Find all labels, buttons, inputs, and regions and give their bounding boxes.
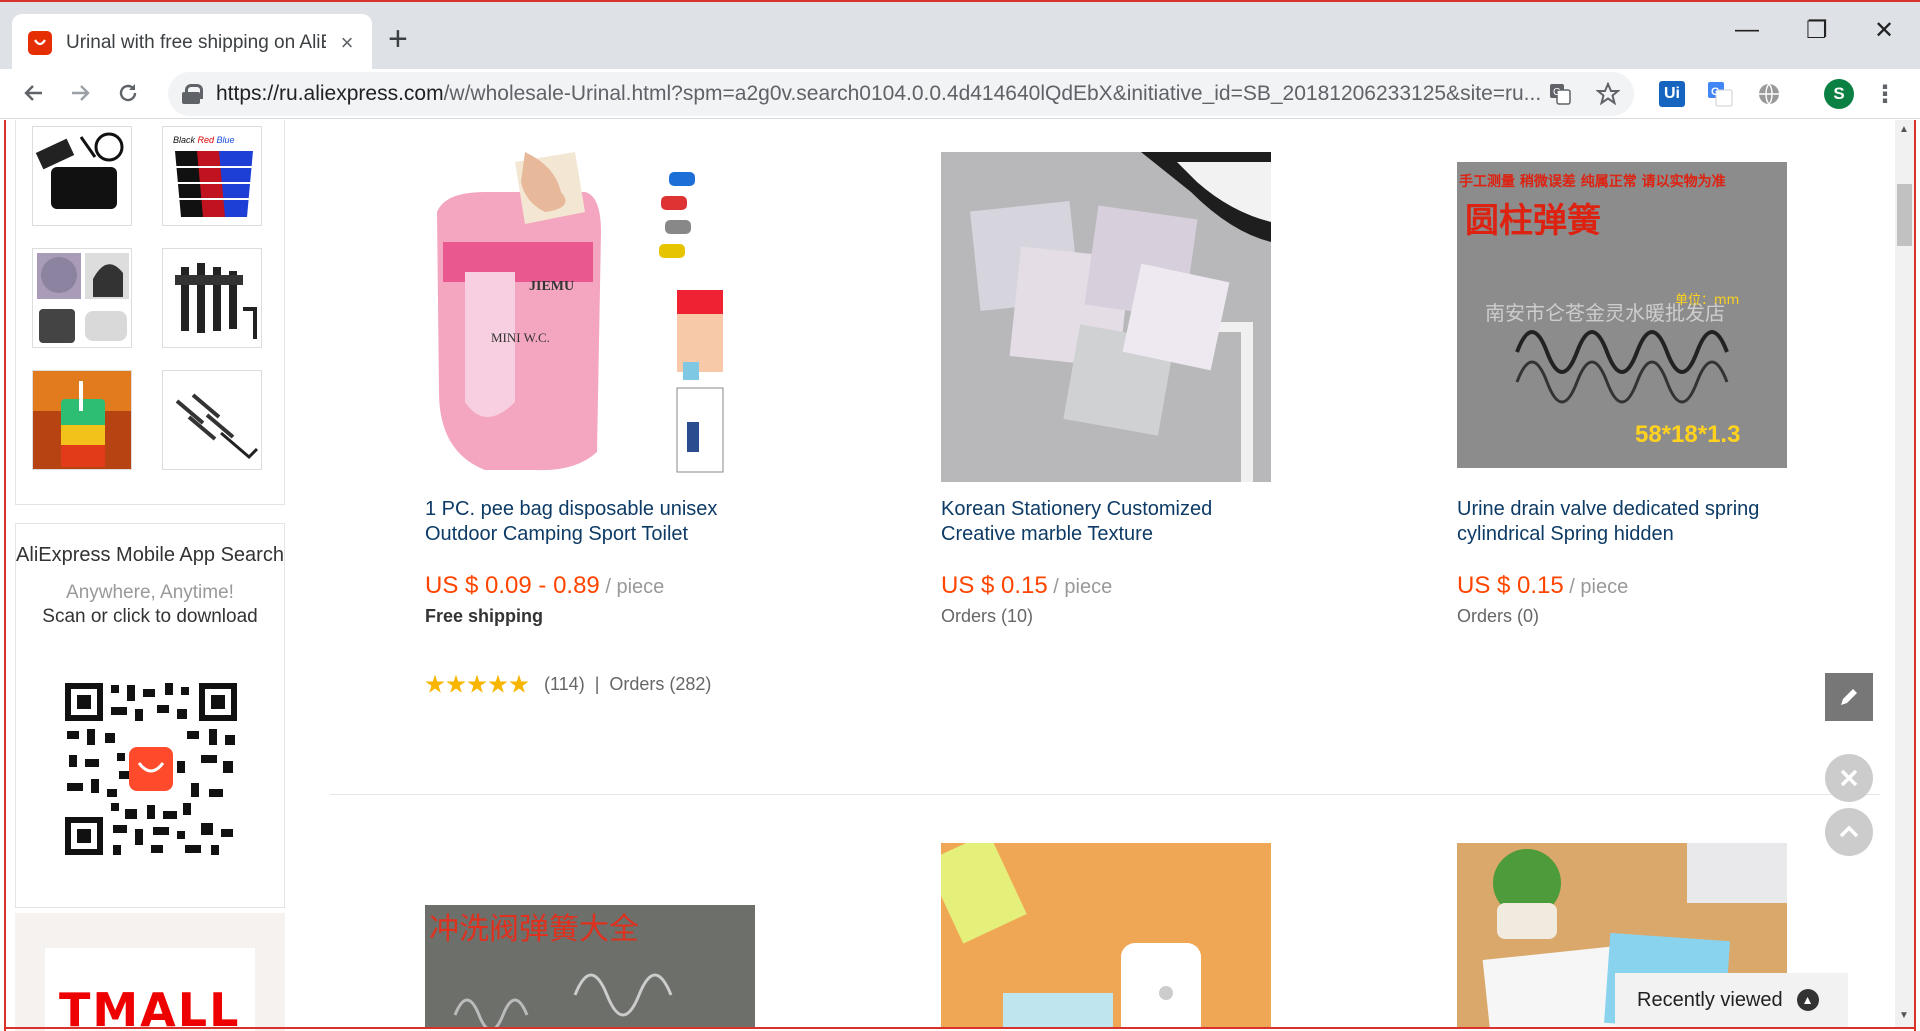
google-translate-extension-icon[interactable]: G xyxy=(1707,81,1733,107)
related-thumb-countersink[interactable] xyxy=(162,370,262,470)
image-caption-size: 58*18*1.3 xyxy=(1635,421,1740,448)
product-image[interactable]: JIEMU MINI W.C. xyxy=(425,152,755,482)
orders-count: Orders (282) xyxy=(609,674,712,694)
tab-title: Urinal with free shipping on AliExpress xyxy=(66,31,326,53)
scroll-up-arrow-icon[interactable]: ▲ xyxy=(1899,124,1909,135)
scrollbar-thumb[interactable] xyxy=(1897,184,1912,246)
product-card[interactable]: JIEMU MINI W.C. 1 PC. pee bag disposable… xyxy=(425,152,765,712)
related-thumb-cocktail[interactable] xyxy=(32,370,132,470)
highlight-frame-bottom xyxy=(4,1027,1916,1029)
product-title[interactable]: Korean Stationery Customized Creative ma… xyxy=(941,497,1281,547)
address-bar[interactable]: https://ru.aliexpress.com/w/wholesale-Ur… xyxy=(168,72,1634,116)
edit-pencil-icon[interactable] xyxy=(1825,673,1873,721)
product-title[interactable]: Urine drain valve dedicated spring cylin… xyxy=(1457,497,1797,547)
svg-text:MINI W.C.: MINI W.C. xyxy=(491,330,550,345)
svg-text:Black Red Blue: Black Red Blue xyxy=(173,135,235,145)
browser-tab-strip: Urinal with free shipping on AliExpress … xyxy=(0,0,1920,71)
aliexpress-favicon-icon xyxy=(28,30,52,55)
orders-count: Orders (10) xyxy=(941,606,1034,626)
page-viewport: Black Red Blue AliExpress Mobile App Sea… xyxy=(0,120,1920,1031)
product-card[interactable]: 手工测量 稍微误差 纯属正常 请以实物为准 圆柱弹簧 单位：mm 南安市仑苍金灵… xyxy=(1457,152,1797,652)
svg-text:G: G xyxy=(1553,87,1561,98)
rating-stars-icon xyxy=(425,674,530,695)
svg-text:JIEMU: JIEMU xyxy=(529,279,574,294)
svg-text:G: G xyxy=(1711,86,1720,98)
highlight-frame-left xyxy=(4,120,6,1031)
app-promo-download[interactable]: Scan or click to download xyxy=(16,606,284,628)
related-thumb-colors[interactable]: Black Red Blue xyxy=(162,126,262,226)
app-promo-title: AliExpress Mobile App Search xyxy=(16,544,284,566)
tmall-banner[interactable]: TMALL xyxy=(15,913,285,1031)
tab-close-icon[interactable]: × xyxy=(336,30,358,56)
rating-count: (114) xyxy=(544,674,585,694)
related-products-box: Black Red Blue xyxy=(15,120,285,505)
image-watermark: 南安市仑苍金灵水暖批发店 xyxy=(1485,301,1725,325)
chevron-up-icon: ▲ xyxy=(1796,989,1819,1011)
new-tab-button[interactable]: + xyxy=(388,22,408,56)
globe-extension-icon[interactable] xyxy=(1756,81,1782,107)
translate-icon[interactable]: G xyxy=(1548,82,1572,112)
image-caption-title: 圆柱弹簧 xyxy=(1465,201,1601,241)
window-close-button[interactable]: ✕ xyxy=(1874,16,1894,45)
back-arrow-icon[interactable] xyxy=(14,73,54,113)
reload-icon[interactable] xyxy=(108,73,148,113)
lock-icon xyxy=(182,84,203,104)
image-caption-title: 冲洗阀弹簧大全 xyxy=(429,912,639,947)
product-image[interactable]: 手工测量 稍微误差 纯属正常 请以实物为准 圆柱弹簧 单位：mm 南安市仑苍金灵… xyxy=(1457,152,1787,482)
product-card[interactable]: Korean Stationery Customized Creative ma… xyxy=(941,152,1281,652)
back-to-top-icon[interactable] xyxy=(1825,808,1873,856)
row-divider xyxy=(330,794,1880,795)
browser-toolbar: https://ru.aliexpress.com/w/wholesale-Ur… xyxy=(0,69,1920,119)
url-text: https://ru.aliexpress.com/w/wholesale-Ur… xyxy=(216,82,1542,105)
product-rating[interactable]: (114) | Orders (282) xyxy=(425,674,711,695)
profile-avatar[interactable]: S xyxy=(1824,79,1854,109)
browser-tab-active[interactable]: Urinal with free shipping on AliExpress … xyxy=(12,14,372,71)
product-price: US $ 0.15 / piece xyxy=(941,572,1113,599)
free-shipping-label: Free shipping xyxy=(425,606,544,626)
recently-viewed-label: Recently viewed xyxy=(1637,988,1783,1011)
product-image[interactable] xyxy=(941,843,1271,1027)
tmall-logo: TMALL xyxy=(59,983,241,1031)
product-image[interactable] xyxy=(941,152,1271,482)
scroll-down-arrow-icon[interactable]: ▼ xyxy=(1899,1010,1909,1021)
minimize-button[interactable]: — xyxy=(1735,16,1759,44)
more-menu-icon[interactable]: ⋮ xyxy=(1872,81,1898,108)
rating-separator: | xyxy=(594,674,600,694)
page-scrollbar[interactable]: ▲ ▼ xyxy=(1895,120,1914,1027)
image-caption-top: 手工测量 稍微误差 纯属正常 请以实物为准 xyxy=(1459,173,1726,190)
product-price: US $ 0.09 - 0.89 / piece xyxy=(425,572,665,599)
close-circle-icon[interactable] xyxy=(1825,754,1873,802)
qr-code[interactable] xyxy=(61,679,241,859)
mobile-app-promo[interactable]: AliExpress Mobile App Search Anywhere, A… xyxy=(15,523,285,908)
product-title[interactable]: 1 PC. pee bag disposable unisex Outdoor … xyxy=(425,497,765,547)
related-thumb-bag[interactable] xyxy=(32,126,132,226)
highlight-frame-right xyxy=(1914,120,1916,1031)
orders-count: Orders (0) xyxy=(1457,606,1540,626)
app-promo-tagline: Anywhere, Anytime! xyxy=(66,582,234,603)
related-thumb-drill-bits[interactable] xyxy=(162,248,262,348)
product-price: US $ 0.15 / piece xyxy=(1457,572,1629,599)
restore-button[interactable]: ❐ xyxy=(1806,16,1828,45)
forward-arrow-icon[interactable] xyxy=(60,73,100,113)
uipath-extension-icon[interactable]: Ui xyxy=(1659,81,1685,107)
related-thumb-hair-wax[interactable] xyxy=(32,248,132,348)
product-image[interactable]: 冲洗阀弹簧大全 xyxy=(425,905,755,1027)
recently-viewed-button[interactable]: Recently viewed ▲ xyxy=(1615,973,1848,1027)
bookmark-star-icon[interactable] xyxy=(1595,81,1621,112)
